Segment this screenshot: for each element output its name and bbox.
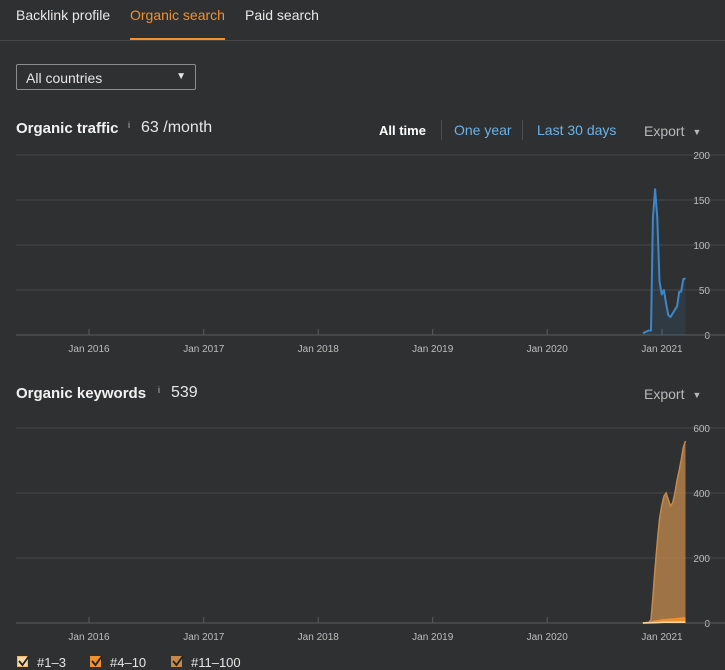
organic-traffic-chart: 0 50 100 150 200 Jan 2016 Jan 2017 Jan 2018 Jan …	[16, 151, 725, 355]
legend-label-11-100[interactable]: #11–100	[191, 655, 241, 670]
x-tick-label: Jan 2018	[298, 344, 340, 355]
y-tick-label: 200	[693, 151, 710, 162]
organic-traffic-value: 63 /month	[141, 119, 213, 136]
x-tick-label: Jan 2020	[527, 632, 569, 643]
chevron-down-icon: ▼	[692, 390, 702, 400]
organic-keywords-value: 539	[171, 384, 198, 401]
x-tick-label: Jan 2017	[183, 344, 225, 355]
y-tick-label: 200	[693, 554, 710, 565]
tab-paid-search[interactable]: Paid search	[245, 7, 319, 40]
legend-checkbox-4-10[interactable]	[90, 655, 103, 667]
x-tick-label: Jan 2019	[412, 344, 454, 355]
check-icon	[91, 655, 103, 667]
x-tick-label: Jan 2021	[641, 632, 683, 643]
keywords-export-label: Export	[644, 386, 685, 402]
y-tick-label: 100	[693, 241, 710, 252]
series-line	[642, 621, 686, 624]
keywords-info-icon[interactable]: i	[158, 385, 160, 395]
tab-bar: Backlink profile Organic search Paid sea…	[0, 0, 725, 41]
range-one-year[interactable]: One year	[454, 122, 512, 138]
x-tick-label: Jan 2020	[527, 344, 569, 355]
check-icon	[172, 655, 184, 667]
tab-backlink-profile[interactable]: Backlink profile	[16, 7, 110, 40]
y-tick-label: 0	[704, 619, 710, 630]
x-tick-label: Jan 2021	[641, 344, 683, 355]
x-tick-label: Jan 2018	[298, 632, 340, 643]
organic-keywords-title: Organic keywords	[16, 385, 147, 402]
y-tick-label: 400	[693, 489, 710, 500]
chevron-down-icon: ▼	[692, 127, 702, 137]
x-tick-label: Jan 2016	[68, 632, 110, 643]
x-tick-label: Jan 2019	[412, 632, 454, 643]
organic-keywords-chart: 0 200 400 600 Jan 2016 Jan 2017 Jan 2018 Jan 20…	[16, 424, 725, 643]
legend-checkbox-11-100[interactable]	[171, 655, 184, 667]
legend-label-4-10[interactable]: #4–10	[110, 655, 146, 670]
y-tick-label: 50	[699, 286, 711, 297]
range-last-30-days[interactable]: Last 30 days	[537, 122, 616, 138]
series-fill	[642, 189, 686, 335]
range-divider	[441, 120, 442, 140]
y-tick-label: 600	[693, 424, 710, 435]
check-icon	[18, 655, 30, 667]
chevron-down-icon: ▼	[176, 71, 186, 82]
y-tick-label: 0	[704, 331, 710, 342]
keywords-export-button[interactable]: Export ▼	[644, 386, 701, 402]
range-all-time[interactable]: All time	[379, 123, 426, 138]
country-select[interactable]: All countries ▼	[16, 64, 196, 90]
y-tick-label: 150	[693, 196, 710, 207]
traffic-info-icon[interactable]: i	[128, 120, 130, 130]
x-tick-label: Jan 2016	[68, 344, 110, 355]
country-select-value: All countries	[26, 70, 103, 86]
legend-label-top3[interactable]: #1–3	[37, 655, 66, 670]
traffic-export-label: Export	[644, 123, 685, 139]
organic-traffic-title: Organic traffic	[16, 120, 119, 137]
traffic-export-button[interactable]: Export ▼	[644, 123, 701, 139]
range-divider	[522, 120, 523, 140]
x-tick-label: Jan 2017	[183, 632, 225, 643]
tab-organic-search[interactable]: Organic search	[130, 7, 225, 40]
legend-checkbox-top3[interactable]	[17, 655, 30, 667]
